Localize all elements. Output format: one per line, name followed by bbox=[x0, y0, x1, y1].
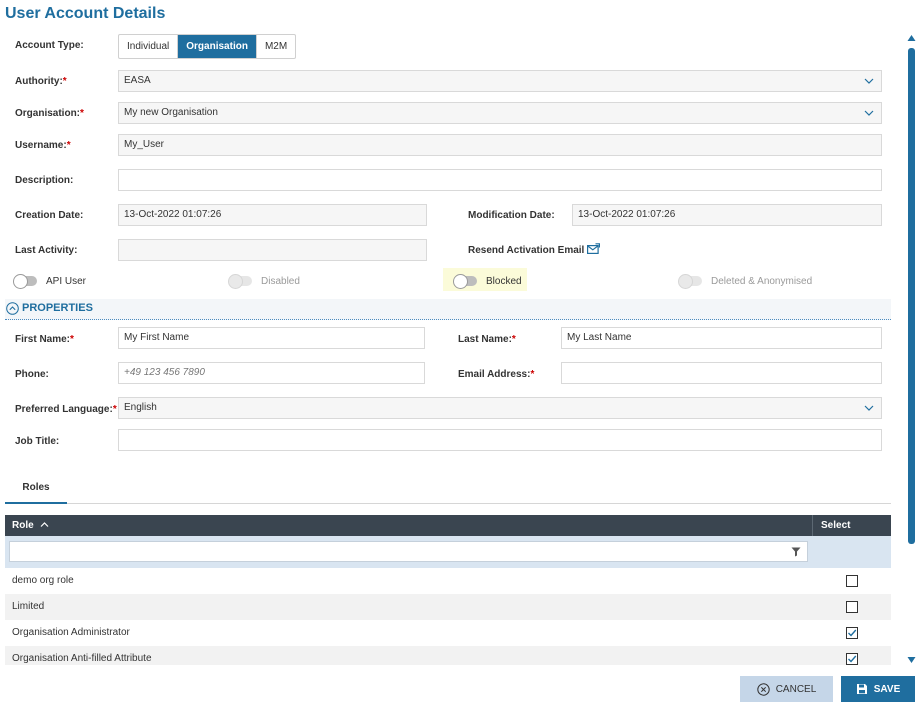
sort-ascending-icon bbox=[41, 522, 49, 527]
chevron-down-icon bbox=[864, 78, 874, 84]
account-type-switch: Individual Organisation M2M bbox=[118, 34, 297, 59]
role-select-checkbox[interactable] bbox=[846, 601, 858, 613]
role-name: demo org role bbox=[12, 575, 74, 586]
deleted-anonymised-toggle: Deleted & Anonymised bbox=[678, 272, 813, 290]
organisation-label: Organisation:* bbox=[15, 108, 84, 119]
phone-placeholder: +49 123 456 7890 bbox=[124, 367, 205, 378]
description-label: Description: bbox=[15, 175, 74, 186]
role-name: Organisation Anti-filled Attribute bbox=[12, 653, 152, 664]
save-button-label: SAVE bbox=[873, 683, 901, 695]
organisation-value: My new Organisation bbox=[124, 107, 218, 118]
creation-date-label: Creation Date: bbox=[15, 210, 84, 221]
table-row[interactable]: Organisation Anti-filled Attribute bbox=[5, 646, 891, 665]
disabled-label: Disabled bbox=[261, 275, 300, 287]
table-row[interactable]: demo org role bbox=[5, 568, 891, 594]
last-name-field[interactable]: My Last Name bbox=[561, 327, 882, 349]
save-button[interactable]: SAVE bbox=[841, 676, 915, 702]
preferred-language-label: Preferred Language:* bbox=[15, 404, 117, 415]
column-divider bbox=[812, 515, 813, 536]
role-filter-input[interactable] bbox=[9, 541, 808, 562]
blocked-toggle[interactable]: Blocked bbox=[453, 272, 522, 290]
resend-activation-label: Resend Activation Email bbox=[468, 245, 585, 256]
table-row[interactable]: Limited bbox=[5, 594, 891, 620]
column-header-role[interactable]: Role bbox=[12, 515, 49, 536]
api-user-toggle[interactable]: API User bbox=[13, 272, 87, 290]
chevron-down-icon bbox=[864, 110, 874, 116]
filter-row bbox=[5, 536, 891, 568]
cancel-button-label: CANCEL bbox=[775, 683, 817, 695]
cancel-button[interactable]: CANCEL bbox=[740, 676, 833, 702]
roles-grid: Role Select demo org role Limited Organisa… bbox=[5, 515, 891, 665]
role-name: Limited bbox=[12, 601, 45, 612]
scroll-down-arrow-icon[interactable] bbox=[907, 656, 916, 664]
authority-select[interactable]: EASA bbox=[118, 70, 882, 92]
toggle-switch bbox=[228, 274, 252, 289]
page-title: User Account Details bbox=[5, 5, 166, 22]
role-select-checkbox[interactable] bbox=[846, 653, 858, 665]
check-icon bbox=[848, 629, 857, 637]
modification-date-field: 13-Oct-2022 01:07:26 bbox=[572, 204, 882, 226]
creation-date-field: 13-Oct-2022 01:07:26 bbox=[118, 204, 427, 226]
scrollbar[interactable] bbox=[907, 34, 916, 664]
role-name: Organisation Administrator bbox=[12, 627, 130, 638]
first-name-field[interactable]: My First Name bbox=[118, 327, 425, 349]
account-type-organisation[interactable]: Organisation bbox=[178, 35, 257, 58]
last-activity-field bbox=[118, 239, 427, 261]
last-name-label: Last Name:* bbox=[458, 334, 516, 345]
account-type-m2m[interactable]: M2M bbox=[257, 35, 295, 58]
job-title-label: Job Title: bbox=[15, 436, 60, 447]
toggle-switch[interactable] bbox=[13, 274, 37, 289]
blocked-label: Blocked bbox=[486, 275, 522, 287]
cancel-circle-icon bbox=[757, 682, 770, 696]
column-header-select[interactable]: Select bbox=[821, 515, 850, 536]
api-user-label: API User bbox=[46, 275, 87, 287]
modification-date-label: Modification Date: bbox=[468, 210, 555, 221]
save-disk-icon bbox=[856, 684, 867, 694]
collapse-circle-icon[interactable] bbox=[6, 302, 19, 315]
description-field[interactable] bbox=[118, 169, 882, 191]
username-label: Username:* bbox=[15, 140, 71, 151]
role-select-checkbox[interactable] bbox=[846, 575, 858, 587]
toggle-switch bbox=[678, 274, 702, 289]
job-title-field[interactable] bbox=[118, 429, 882, 451]
scroll-up-arrow-icon[interactable] bbox=[907, 34, 916, 42]
email-label: Email Address:* bbox=[458, 369, 535, 380]
properties-title: PROPERTIES bbox=[22, 302, 93, 314]
organisation-select[interactable]: My new Organisation bbox=[118, 102, 882, 124]
phone-label: Phone: bbox=[15, 369, 49, 380]
authority-value: EASA bbox=[124, 75, 151, 86]
properties-section-header[interactable]: PROPERTIES bbox=[5, 299, 891, 320]
username-field[interactable]: My_User bbox=[118, 134, 882, 156]
first-name-label: First Name:* bbox=[15, 334, 74, 345]
role-select-checkbox[interactable] bbox=[846, 627, 858, 639]
check-icon bbox=[848, 655, 857, 663]
toggle-switch[interactable] bbox=[453, 274, 477, 289]
tab-bar: Roles bbox=[5, 474, 891, 504]
account-type-individual[interactable]: Individual bbox=[119, 35, 179, 58]
account-type-label: Account Type: bbox=[15, 40, 84, 51]
chevron-down-icon bbox=[864, 405, 874, 411]
send-mail-icon[interactable] bbox=[587, 243, 600, 254]
filter-icon[interactable] bbox=[788, 544, 804, 559]
deleted-anonymised-label: Deleted & Anonymised bbox=[711, 275, 813, 287]
preferred-language-select[interactable]: English bbox=[118, 397, 882, 419]
disabled-toggle: Disabled bbox=[228, 272, 300, 290]
last-activity-label: Last Activity: bbox=[15, 245, 78, 256]
email-field[interactable] bbox=[561, 362, 882, 384]
phone-field[interactable]: +49 123 456 7890 bbox=[118, 362, 425, 384]
authority-label: Authority:* bbox=[15, 76, 67, 87]
tab-roles[interactable]: Roles bbox=[5, 474, 67, 504]
preferred-language-value: English bbox=[124, 402, 157, 413]
table-row[interactable]: Organisation Administrator bbox=[5, 620, 891, 646]
scrollbar-thumb[interactable] bbox=[908, 48, 915, 544]
grid-header: Role Select bbox=[5, 515, 891, 536]
